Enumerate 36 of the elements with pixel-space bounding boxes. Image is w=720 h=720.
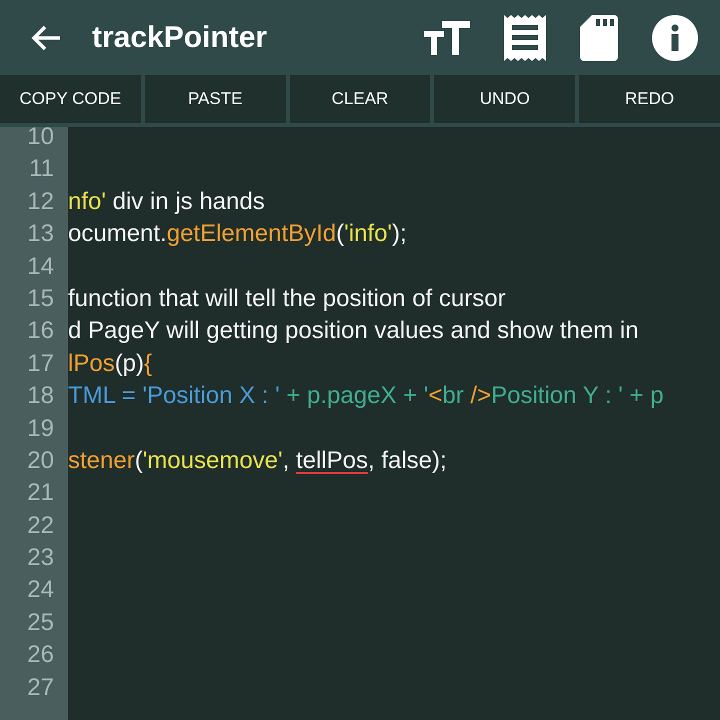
line-number: 26 — [26, 640, 55, 670]
line-number: 14 — [26, 252, 55, 282]
line-number: 20 — [26, 446, 55, 476]
line-number: 17 — [26, 348, 55, 379]
line-number: 21 — [26, 478, 55, 508]
code-line: d PageY will getting position values and show them in — [68, 316, 639, 346]
back-icon[interactable] — [30, 24, 62, 52]
sd-card-icon[interactable] — [580, 14, 618, 60]
toolbar-button[interactable]: UNDO — [434, 75, 576, 123]
toolbar-button[interactable]: CLEAR — [290, 75, 430, 123]
code-line: nfo' div in js hands — [68, 186, 265, 217]
line-number: 27 — [26, 672, 55, 703]
info-icon[interactable] — [652, 14, 698, 60]
line-number: 24 — [26, 575, 55, 606]
line-number: 10 — [26, 127, 55, 152]
line-number: 22 — [26, 510, 55, 541]
code-line: lPos(p){ — [68, 348, 152, 379]
toolbar-button[interactable]: REDO — [579, 75, 720, 123]
receipt-icon[interactable] — [504, 14, 546, 60]
code-line: stener('mousemove', tellPos, false); — [68, 446, 447, 476]
app-title: trackPointer — [92, 20, 268, 54]
line-number: 12 — [26, 186, 55, 217]
line-number: 15 — [26, 284, 55, 314]
line-number: 25 — [26, 608, 55, 638]
line-number: 11 — [28, 154, 55, 184]
code-line: function that will tell the position of cursor — [68, 284, 506, 314]
code-line: TML = 'Position X : ' + p.pageX + '<br />Position Y : ' + p — [68, 381, 664, 412]
line-number: 18 — [26, 381, 55, 412]
line-number: 16 — [26, 316, 55, 346]
toolbar-button[interactable]: PASTE — [144, 75, 286, 123]
code-line: ocument.getElementById('info'); — [68, 219, 407, 250]
text-size-icon[interactable] — [424, 20, 470, 54]
toolbar-button[interactable]: COPY CODE — [0, 75, 141, 123]
line-number: 23 — [26, 543, 55, 574]
line-number: 13 — [26, 219, 55, 250]
line-number: 19 — [26, 414, 55, 444]
